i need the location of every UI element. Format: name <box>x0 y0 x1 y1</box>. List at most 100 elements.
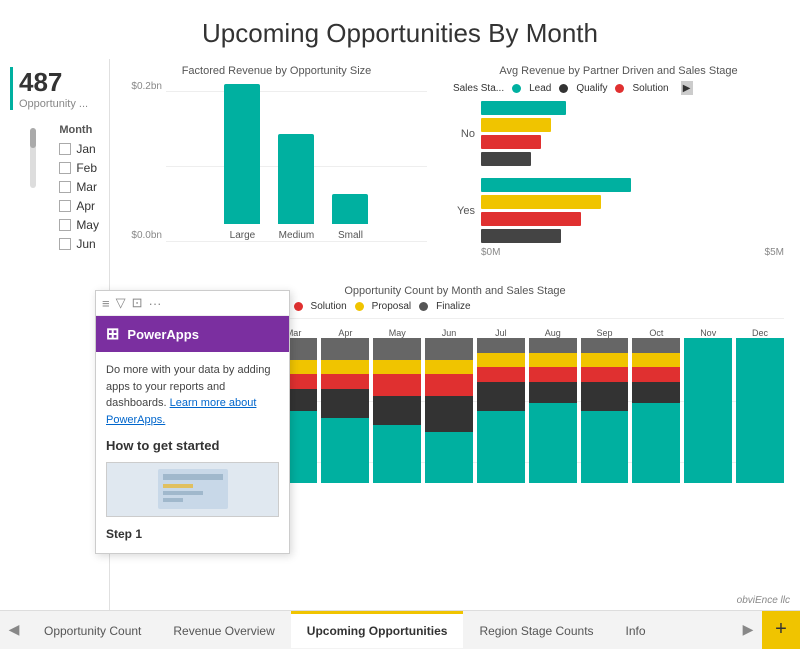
stacked-segment <box>321 338 369 360</box>
stacked-segment <box>529 382 577 404</box>
tab-region-stage-counts[interactable]: Region Stage Counts <box>463 611 609 648</box>
nav-next[interactable]: ▶ <box>734 611 762 649</box>
bottom-nav: ◀ Opportunity Count Revenue Overview Upc… <box>0 610 800 648</box>
stacked-col-apr: Apr <box>321 325 369 483</box>
stacked-segment <box>321 389 369 418</box>
popup-image <box>106 462 279 517</box>
no-solution-bar <box>481 135 541 149</box>
stacked-segment <box>529 338 577 353</box>
popup-menu-icon[interactable]: ≡ <box>102 296 110 311</box>
bar-small-rect <box>332 194 368 224</box>
popup-filter-icon[interactable]: ▽ <box>116 295 126 311</box>
stacked-segment <box>373 338 421 360</box>
stacked-segment <box>632 382 680 404</box>
add-tab-button[interactable]: + <box>762 611 800 649</box>
horiz-xaxis: $0M $5M <box>453 247 784 258</box>
popup-how-to: How to get started <box>106 436 279 456</box>
filter-item-may: May <box>59 218 99 232</box>
popup-more-icon[interactable]: ··· <box>149 296 162 311</box>
stacked-segment <box>581 411 629 484</box>
sidebar: 487 Opportunity ... Month Jan Feb Mar Ap… <box>0 59 110 610</box>
branding: obviEnce llc <box>737 595 790 606</box>
stacked-col-may: May <box>373 325 421 483</box>
yes-stage-bar <box>481 229 561 243</box>
avg-revenue-title: Avg Revenue by Partner Driven and Sales … <box>453 65 784 77</box>
popup-body: Do more with your data by adding apps to… <box>96 352 289 553</box>
stat-block: 487 Opportunity ... <box>10 67 99 110</box>
stacked-col-oct: Oct <box>632 325 680 483</box>
gridline-bot <box>166 241 427 242</box>
main-container: Upcoming Opportunities By Month 487 Oppo… <box>0 0 800 648</box>
stacked-segment <box>373 396 421 425</box>
filter-item-feb: Feb <box>59 161 99 175</box>
stacked-segment <box>529 403 577 483</box>
avg-revenue-legend: Sales Sta... Lead Qualify Solution ▶ <box>453 81 784 95</box>
step-image-svg <box>153 464 233 514</box>
checkbox-may[interactable] <box>59 219 71 231</box>
scrollbar-track[interactable] <box>30 128 36 188</box>
checkbox-jan[interactable] <box>59 143 71 155</box>
stacked-segment <box>581 338 629 353</box>
stacked-segment <box>425 374 473 396</box>
tab-opportunity-count[interactable]: Opportunity Count <box>28 611 157 648</box>
filter-item-jun: Jun <box>59 237 99 251</box>
checkbox-jun[interactable] <box>59 238 71 250</box>
stacked-segment <box>477 338 525 353</box>
stacked-col-jul: Jul <box>477 325 525 483</box>
stacked-segment <box>425 396 473 432</box>
stacked-segment <box>477 411 525 484</box>
page-title: Upcoming Opportunities By Month <box>0 0 800 59</box>
stacked-col-nov: Nov <box>684 325 732 483</box>
stacked-segment <box>425 338 473 360</box>
stacked-segment <box>373 360 421 375</box>
bar-large-rect <box>224 84 260 224</box>
factored-revenue-title: Factored Revenue by Opportunity Size <box>126 65 427 77</box>
legend-dot-qualify <box>559 84 568 93</box>
opp-legend-finalize <box>419 302 428 311</box>
nav-tabs: Opportunity Count Revenue Overview Upcom… <box>28 611 734 648</box>
popup-step: Step 1 <box>106 525 279 543</box>
checkbox-feb[interactable] <box>59 162 71 174</box>
stacked-segment <box>684 338 732 483</box>
stacked-segment <box>321 374 369 389</box>
checkbox-apr[interactable] <box>59 200 71 212</box>
no-lead-bar <box>481 101 566 115</box>
filter-item-mar: Mar <box>59 180 99 194</box>
stacked-segment <box>632 353 680 368</box>
stacked-segment <box>529 367 577 382</box>
factored-revenue-chart: Factored Revenue by Opportunity Size $0.… <box>118 59 435 279</box>
filter-item-jan: Jan <box>59 142 99 156</box>
horiz-row-yes: Yes <box>453 178 784 243</box>
bar-large: Large <box>224 84 260 241</box>
stacked-segment <box>632 403 680 483</box>
legend-scroll[interactable]: ▶ <box>681 81 693 95</box>
popup-expand-icon[interactable]: ⊡ <box>132 295 143 311</box>
stacked-segment <box>373 374 421 396</box>
opp-legend-proposal <box>355 302 364 311</box>
stat-number: 487 <box>19 67 99 98</box>
powerapps-popup: ≡ ▽ ⊡ ··· ⊞ PowerApps Do more with your … <box>95 290 290 554</box>
nav-prev[interactable]: ◀ <box>0 611 28 649</box>
bar-medium-rect <box>278 134 314 224</box>
stacked-segment <box>321 418 369 483</box>
legend-dot-solution <box>615 84 624 93</box>
tab-info[interactable]: Info <box>610 611 662 648</box>
powerapps-icon: ⊞ <box>106 324 119 344</box>
tab-upcoming-opportunities[interactable]: Upcoming Opportunities <box>291 611 464 648</box>
stacked-segment <box>477 353 525 368</box>
checkbox-mar[interactable] <box>59 181 71 193</box>
stacked-col-sep: Sep <box>581 325 629 483</box>
stacked-col-aug: Aug <box>529 325 577 483</box>
filter-label: Month <box>59 124 99 136</box>
bar-small: Small <box>332 194 368 241</box>
stacked-segment <box>373 425 421 483</box>
yes-solution-bar <box>481 212 581 226</box>
tab-revenue-overview[interactable]: Revenue Overview <box>157 611 290 648</box>
stacked-col-dec: Dec <box>736 325 784 483</box>
bar-medium: Medium <box>278 134 314 241</box>
no-stage-bar <box>481 152 531 166</box>
horiz-row-no: No <box>453 101 784 166</box>
yes-qualify-bar <box>481 195 601 209</box>
top-charts-row: Factored Revenue by Opportunity Size $0.… <box>118 59 792 279</box>
stat-label: Opportunity ... <box>19 98 99 110</box>
